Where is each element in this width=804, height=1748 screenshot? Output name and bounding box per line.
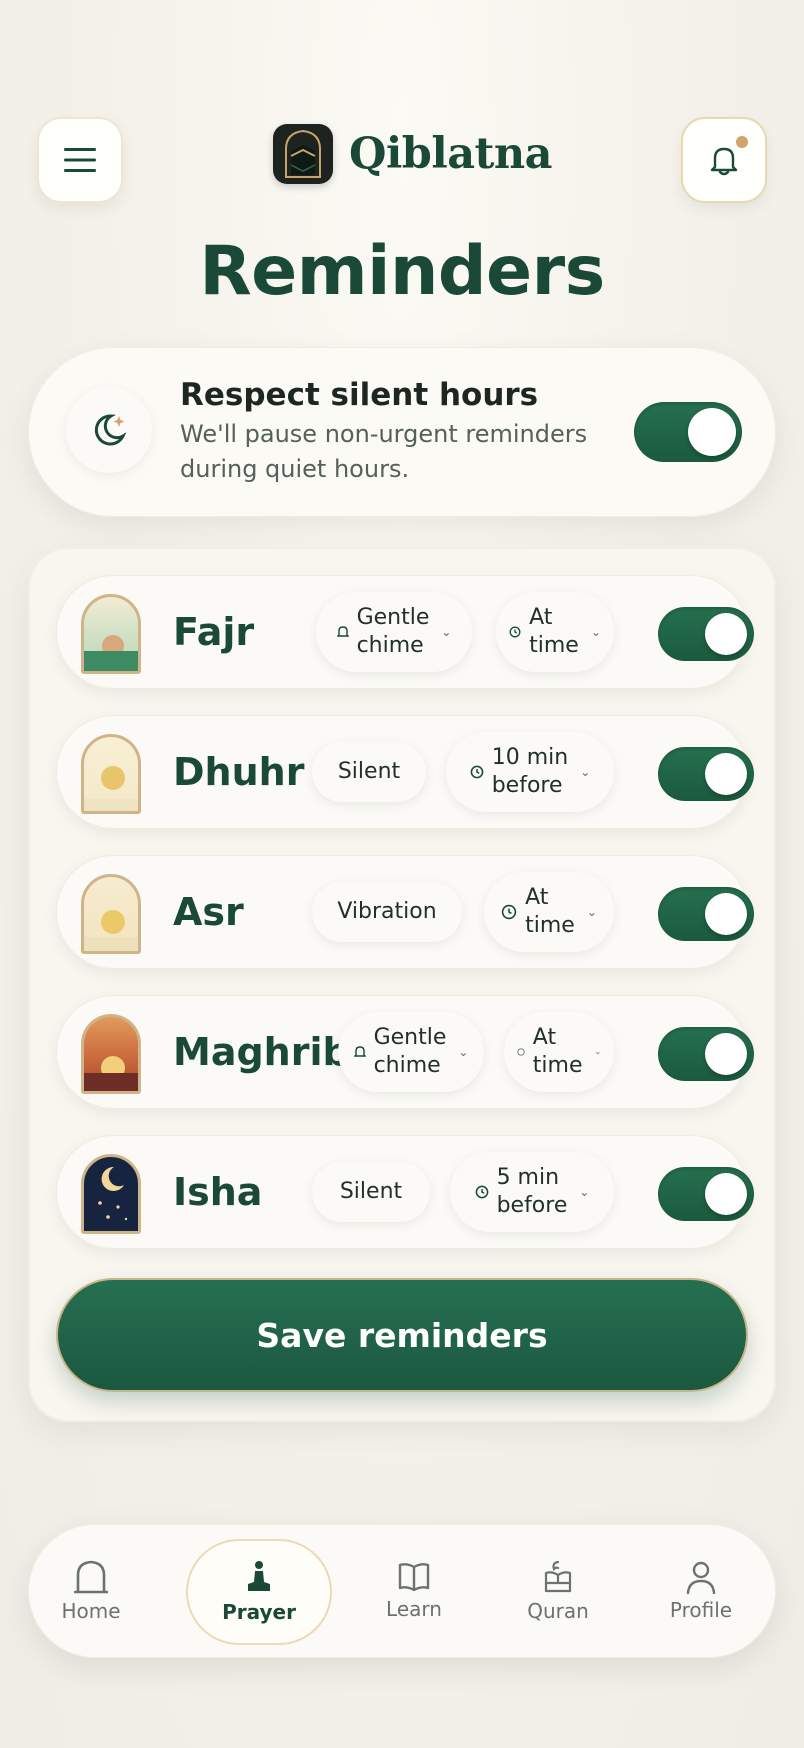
prayer-name: Isha — [173, 1170, 263, 1214]
toggle-knob — [705, 753, 747, 795]
prayer-mat-icon — [248, 1561, 270, 1591]
chevron-down-icon: ⌄ — [594, 1047, 602, 1056]
timing-select[interactable]: At time ⌄ — [484, 872, 614, 952]
quran-stand-icon — [544, 1560, 572, 1593]
sound-select[interactable]: Silent — [312, 1162, 430, 1222]
isha-night-icon — [81, 1154, 141, 1234]
asr-toggle[interactable] — [658, 887, 754, 941]
timing-value: At time — [532, 1025, 583, 1078]
fajr-dawn-icon — [81, 594, 141, 674]
save-reminders-button[interactable]: Save reminders — [56, 1278, 748, 1392]
prayer-row-asr: Asr Vibration At time ⌄ — [56, 855, 754, 969]
maghrib-toggle[interactable] — [658, 1027, 754, 1081]
bell-icon — [353, 1045, 366, 1059]
toggle-knob — [705, 1033, 747, 1075]
sound-value: Silent — [337, 759, 401, 784]
timing-value: At time — [529, 605, 579, 658]
chevron-down-icon: ⌄ — [590, 625, 601, 639]
prayer-reminders-panel: Fajr Gentle chime ⌄ At time ⌄ Dhuhr Sile… — [28, 547, 776, 1422]
prayer-name: Fajr — [173, 610, 255, 654]
dhuhr-toggle[interactable] — [658, 747, 754, 801]
nav-label: Quran — [527, 1599, 589, 1623]
prayer-name: Asr — [173, 890, 244, 934]
clock-icon — [501, 904, 517, 920]
chevron-down-icon: ⌄ — [586, 905, 597, 919]
silent-hours-card: Respect silent hours We'll pause non-urg… — [28, 347, 776, 517]
moon-icon — [66, 387, 152, 473]
clock-icon — [470, 765, 484, 779]
sound-value: Gentle chime — [373, 1025, 447, 1078]
app-screen: Qiblatna Reminders Respect silent hours … — [0, 0, 804, 1748]
toggle-knob — [705, 613, 747, 655]
toggle-knob — [705, 893, 747, 935]
nav-item-profile[interactable]: Profile — [646, 1524, 756, 1658]
chevron-down-icon: ⌄ — [441, 625, 452, 639]
fajr-toggle[interactable] — [658, 607, 754, 661]
timing-value: At time — [525, 885, 575, 938]
page-title: Reminders — [199, 232, 605, 311]
maghrib-sunset-icon — [81, 1014, 141, 1094]
asr-sun-icon — [81, 874, 141, 954]
notification-badge — [736, 136, 748, 148]
bottom-nav: Home Prayer Learn Quran Profile — [28, 1524, 776, 1658]
silent-hours-description: We'll pause non-urgent reminders during … — [180, 420, 588, 483]
silent-hours-title: Respect silent hours — [180, 377, 539, 413]
prayer-row-dhuhr: Dhuhr Silent 10 min before ⌄ — [56, 715, 754, 829]
timing-select[interactable]: 5 min before ⌄ — [450, 1152, 614, 1232]
toggle-knob — [688, 408, 736, 456]
chevron-down-icon: ⌄ — [458, 1045, 469, 1059]
timing-value: 10 min before — [491, 745, 569, 798]
sound-value: Vibration — [337, 899, 437, 924]
sound-select[interactable]: Gentle chime ⌄ — [338, 1012, 484, 1092]
timing-select[interactable]: At time ⌄ — [504, 1012, 614, 1092]
timing-value: 5 min before — [496, 1165, 568, 1218]
isha-toggle[interactable] — [658, 1167, 754, 1221]
notifications-button[interactable] — [681, 117, 767, 203]
mihrab-icon — [74, 1560, 108, 1594]
prayer-name: Maghrib — [173, 1030, 350, 1074]
sound-value: Silent — [339, 1179, 403, 1204]
nav-label: Profile — [669, 1598, 733, 1622]
sound-value: Gentle chime — [356, 605, 430, 658]
brand: Qiblatna — [273, 123, 553, 185]
nav-label: Home — [61, 1599, 121, 1623]
nav-label: Learn — [386, 1597, 442, 1621]
nav-item-home[interactable]: Home — [36, 1524, 146, 1658]
prayer-row-fajr: Fajr Gentle chime ⌄ At time ⌄ — [56, 575, 754, 689]
book-icon — [398, 1563, 430, 1592]
chevron-down-icon: ⌄ — [579, 1185, 590, 1199]
toggle-knob — [705, 1173, 747, 1215]
sound-select[interactable]: Vibration — [312, 882, 462, 942]
prayer-row-maghrib: Maghrib Gentle chime ⌄ At time ⌄ — [56, 995, 754, 1109]
menu-button[interactable] — [37, 117, 123, 203]
hamburger-icon — [64, 148, 96, 172]
clock-icon — [475, 1185, 489, 1199]
prayer-row-isha: Isha Silent 5 min before ⌄ — [56, 1135, 754, 1249]
dhuhr-sun-icon — [81, 734, 141, 814]
nav-label: Prayer — [222, 1600, 296, 1624]
chevron-down-icon: ⌄ — [580, 765, 591, 779]
clock-icon — [509, 626, 521, 638]
nav-item-learn[interactable]: Learn — [359, 1524, 469, 1658]
sound-select[interactable]: Gentle chime ⌄ — [316, 592, 472, 672]
bell-icon — [336, 625, 349, 639]
person-icon — [686, 1561, 716, 1594]
silent-hours-toggle[interactable] — [634, 402, 742, 462]
prayer-name: Dhuhr — [173, 750, 305, 794]
kaaba-logo-icon — [273, 124, 333, 184]
timing-select[interactable]: At time ⌄ — [496, 592, 614, 672]
sound-select[interactable]: Silent — [312, 742, 426, 802]
nav-item-prayer[interactable]: Prayer — [186, 1539, 332, 1645]
clock-icon — [517, 1048, 525, 1056]
timing-select[interactable]: 10 min before ⌄ — [446, 732, 614, 812]
nav-item-quran[interactable]: Quran — [503, 1524, 613, 1658]
bell-icon — [710, 147, 738, 176]
app-name: Qiblatna — [349, 129, 553, 179]
